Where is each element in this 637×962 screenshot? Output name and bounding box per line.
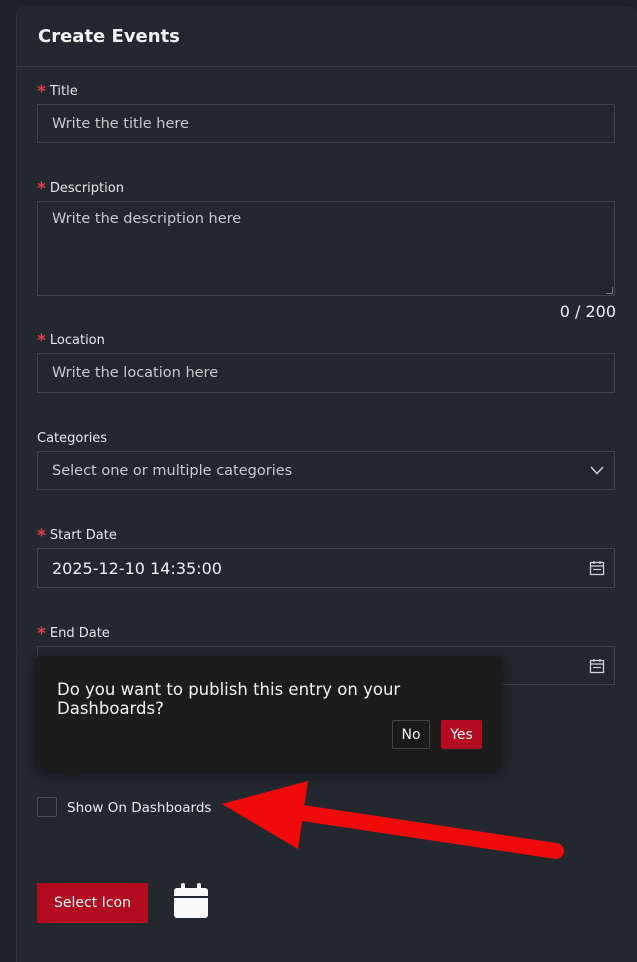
- location-input[interactable]: Write the location here: [37, 353, 615, 393]
- required-mark: *: [37, 331, 46, 351]
- description-textarea[interactable]: Write the description here: [37, 201, 615, 296]
- required-mark: *: [37, 526, 46, 546]
- title-input[interactable]: Write the title here: [37, 104, 615, 143]
- show-on-dashboards-label[interactable]: Show On Dashboards: [67, 800, 211, 816]
- title-label: * Title: [37, 82, 78, 102]
- required-mark: *: [37, 82, 46, 102]
- publish-confirm-popover: Do you want to publish this entry on you…: [36, 656, 502, 779]
- description-char-counter: 0 / 200: [559, 302, 616, 321]
- description-label: * Description: [37, 179, 124, 199]
- calendar-icon: [174, 882, 208, 923]
- categories-select[interactable]: Select one or multiple categories: [37, 451, 615, 490]
- page-title: Create Events: [38, 26, 180, 47]
- location-label: * Location: [37, 331, 105, 351]
- calendar-icon[interactable]: [580, 658, 614, 674]
- end-date-label: * End Date: [37, 624, 110, 644]
- panel-header: Create Events: [17, 6, 637, 67]
- resize-handle[interactable]: [606, 287, 613, 294]
- start-date-picker[interactable]: 2025-12-10 14:35:00: [37, 548, 615, 588]
- start-date-label: * Start Date: [37, 526, 117, 546]
- no-button[interactable]: No: [392, 720, 430, 749]
- chevron-down-icon: [580, 466, 614, 475]
- show-on-dashboards-checkbox[interactable]: [37, 797, 57, 817]
- yes-button[interactable]: Yes: [441, 720, 482, 749]
- popover-message: Do you want to publish this entry on you…: [57, 680, 401, 718]
- calendar-icon[interactable]: [580, 560, 614, 576]
- required-mark: *: [37, 179, 46, 199]
- select-icon-button[interactable]: Select Icon: [37, 883, 148, 923]
- required-mark: *: [37, 624, 46, 644]
- categories-label: Categories: [37, 431, 108, 446]
